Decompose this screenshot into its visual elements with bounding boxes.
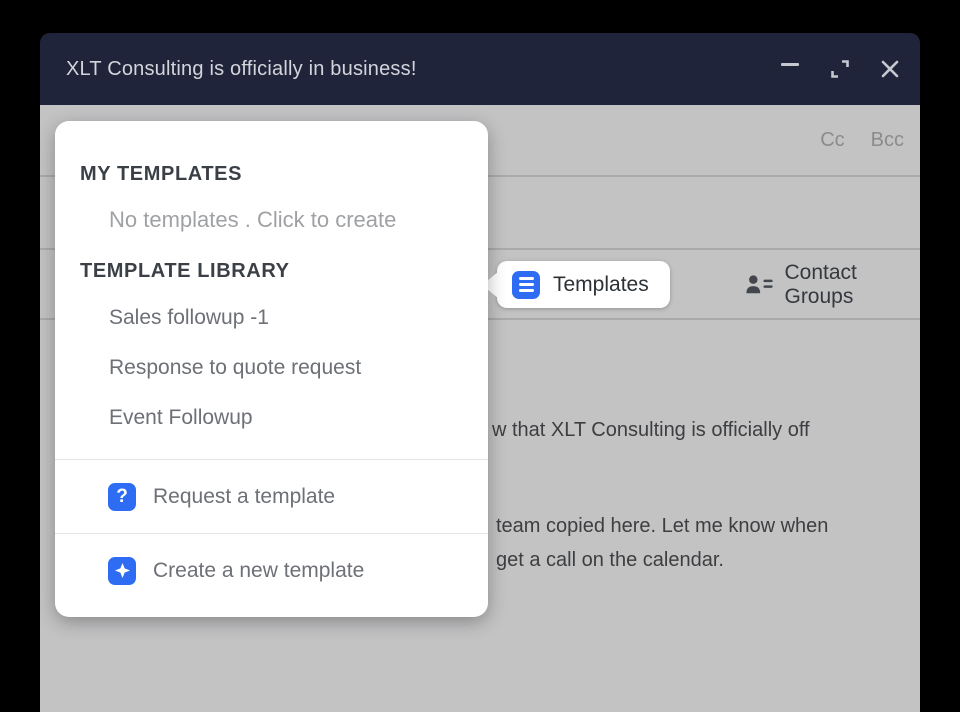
template-item-response-quote[interactable]: Response to quote request xyxy=(109,356,361,380)
question-glyph: ? xyxy=(116,487,128,506)
minimize-button[interactable] xyxy=(776,55,804,83)
request-template-label: Request a template xyxy=(153,485,335,509)
expand-icon xyxy=(828,57,852,81)
templates-button-label: Templates xyxy=(553,273,649,297)
close-button[interactable] xyxy=(876,55,904,83)
compose-titlebar: XLT Consulting is officially in business… xyxy=(40,33,920,105)
question-icon: ? xyxy=(108,483,136,511)
my-templates-heading: MY TEMPLATES xyxy=(80,163,242,186)
sparkle-plus-glyph xyxy=(115,563,130,578)
template-item-sales-followup[interactable]: Sales followup -1 xyxy=(109,306,269,330)
message-body-line: get a call on the calendar. xyxy=(496,549,724,572)
cc-toggle[interactable]: Cc xyxy=(820,129,844,152)
sparkle-plus-icon xyxy=(108,557,136,585)
cc-bcc-toggles: Cc Bcc xyxy=(820,129,904,152)
expand-button[interactable] xyxy=(826,55,854,83)
templates-button[interactable]: Templates xyxy=(497,261,670,308)
request-template-button[interactable]: ? Request a template xyxy=(55,459,488,533)
contact-groups-icon xyxy=(745,273,774,297)
template-item-event-followup[interactable]: Event Followup xyxy=(109,406,253,430)
templates-icon xyxy=(512,271,540,299)
message-body-line: team copied here. Let me know when xyxy=(496,515,828,538)
minimize-icon xyxy=(778,57,802,81)
close-icon xyxy=(879,58,901,80)
my-templates-empty-create[interactable]: No templates . Click to create xyxy=(109,207,396,233)
bcc-toggle[interactable]: Bcc xyxy=(871,129,904,152)
message-body-line: w that XLT Consulting is officially off xyxy=(492,419,810,442)
screen: XLT Consulting is officially in business… xyxy=(0,0,960,712)
templates-popover: MY TEMPLATES No templates . Click to cre… xyxy=(55,121,488,617)
window-controls xyxy=(776,33,904,105)
contact-groups-label: Contact Groups xyxy=(784,261,920,309)
template-library-heading: TEMPLATE LIBRARY xyxy=(80,260,290,283)
compose-subject-title: XLT Consulting is officially in business… xyxy=(66,58,417,81)
contact-groups-button[interactable]: Contact Groups xyxy=(745,261,920,308)
create-template-button[interactable]: Create a new template xyxy=(55,533,488,607)
create-template-label: Create a new template xyxy=(153,559,364,583)
